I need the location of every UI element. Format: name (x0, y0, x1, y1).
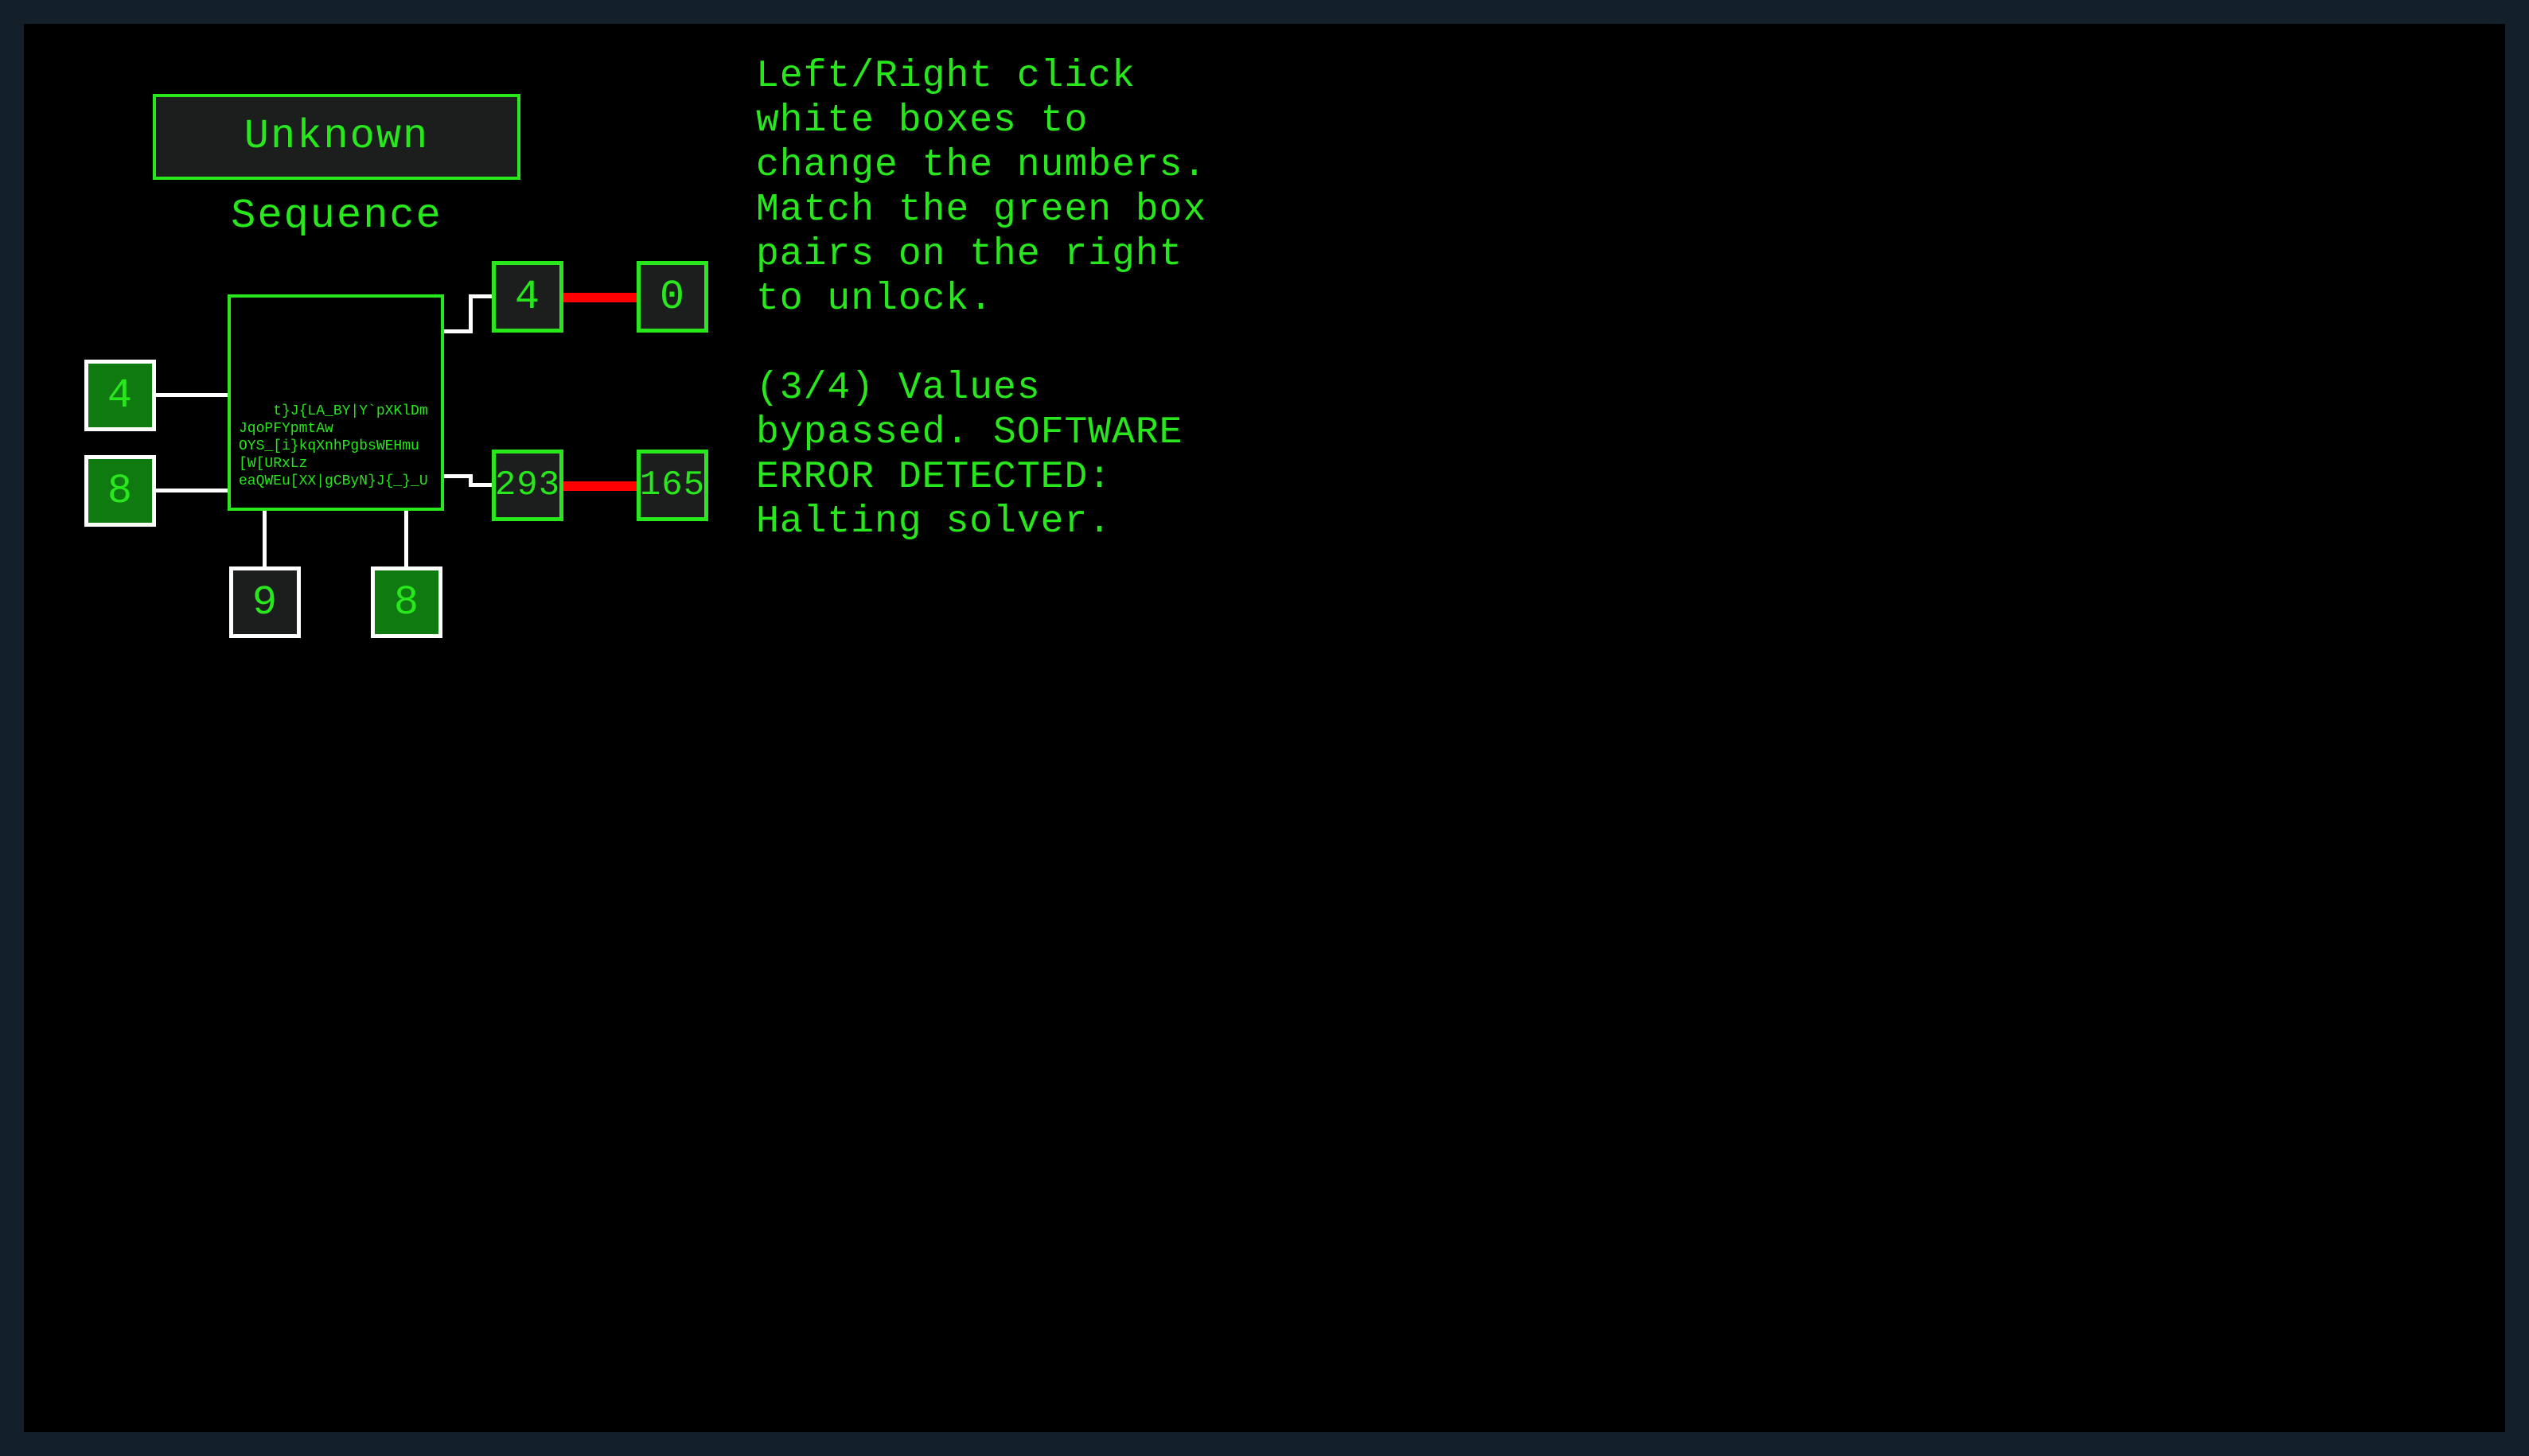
wire-mismatch-bottom (560, 481, 640, 491)
wire-bottom-right (404, 508, 408, 571)
target-top-value: 0 (660, 274, 685, 321)
wire-right-top-c (469, 294, 493, 298)
target-bottom: 165 (637, 450, 708, 521)
central-processor: t}J{LA_BY|Y`pXKlDmJqoPFYpmtAw OYS_[i}kqX… (228, 294, 444, 511)
instructions-panel: Left/Right click white boxes to change t… (756, 54, 1218, 544)
wire-right-top-b (469, 294, 473, 333)
output-bottom: 293 (492, 450, 563, 521)
wire-right-bottom-a (441, 474, 473, 478)
input-bottom-left-value: 9 (252, 579, 278, 626)
wire-left-bottom (153, 489, 231, 492)
title-text: Unknown Sequence (231, 113, 442, 239)
wire-right-top-a (441, 329, 473, 333)
input-left-bottom-value: 8 (107, 468, 133, 515)
wire-right-bottom-c (469, 483, 493, 487)
input-bottom-right[interactable]: 8 (371, 566, 442, 638)
output-top: 4 (492, 261, 563, 333)
wire-left-top (153, 393, 231, 397)
input-left-top[interactable]: 4 (84, 360, 156, 431)
wire-mismatch-top (560, 293, 640, 302)
game-frame: Unknown Sequence t}J{LA_BY|Y`pXKlDmJqoPF… (24, 24, 2505, 1432)
title-box: Unknown Sequence (153, 94, 520, 180)
input-bottom-right-value: 8 (394, 579, 419, 626)
instructions-text: Left/Right click white boxes to change t… (756, 54, 1218, 321)
output-top-value: 4 (515, 274, 540, 321)
output-bottom-value: 293 (495, 465, 560, 505)
input-bottom-left[interactable]: 9 (229, 566, 301, 638)
wire-bottom-left (263, 508, 267, 571)
target-bottom-value: 165 (640, 465, 705, 505)
target-top: 0 (637, 261, 708, 333)
scrambled-text: t}J{LA_BY|Y`pXKlDmJqoPFYpmtAw OYS_[i}kqX… (239, 403, 428, 489)
status-text: (3/4) Values bypassed. SOFTWARE ERROR DE… (756, 366, 1218, 544)
input-left-bottom[interactable]: 8 (84, 455, 156, 527)
input-left-top-value: 4 (107, 372, 133, 419)
